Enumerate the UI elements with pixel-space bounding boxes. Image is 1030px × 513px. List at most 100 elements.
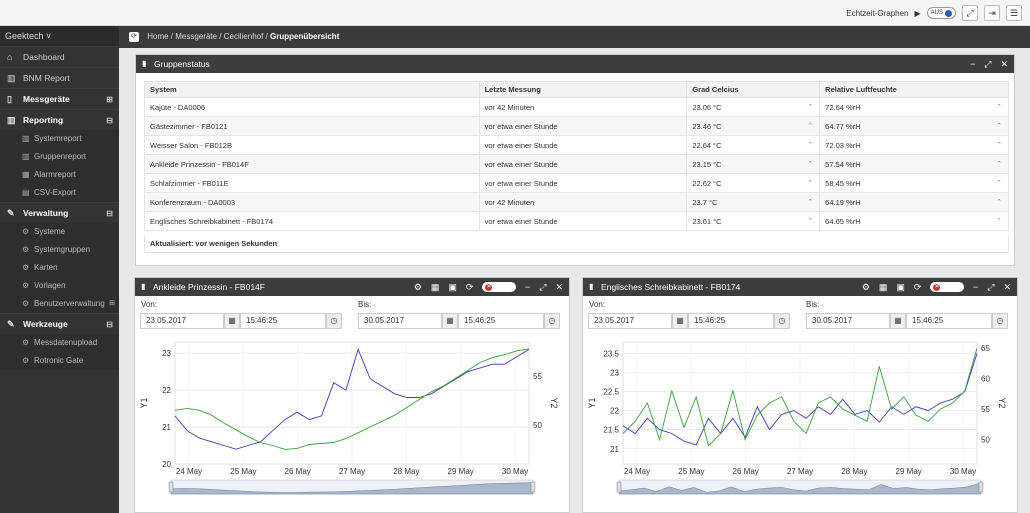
expand-icon[interactable]: ⊞ xyxy=(109,295,115,313)
breadcrumb-home[interactable]: Home / xyxy=(147,32,173,41)
calendar-icon[interactable]: ▦ xyxy=(442,313,458,329)
realtime-toggle[interactable]: ✕ AUS xyxy=(930,282,964,292)
sidebar-item-messdatenupload[interactable]: ⚙ Messdatenupload xyxy=(0,334,119,352)
minimize-icon[interactable]: − xyxy=(973,278,978,296)
table-cell: 58.45 %rH ⌃ xyxy=(819,173,1009,193)
table-row[interactable]: Konferenzraum - DA0003 vor 42 Minuten 23.7… xyxy=(144,192,1009,212)
breadcrumb: ⟳ Home / Messgeräte / Cecilienhof / Grup… xyxy=(119,26,1030,48)
calendar-icon[interactable]: ▦ xyxy=(890,313,906,329)
table-row[interactable]: Gästezimmer - FB0121 vor etwa einer Stund… xyxy=(144,116,1009,136)
clock-icon[interactable]: ◷ xyxy=(544,313,560,329)
y1-tick-label: 20 xyxy=(162,460,171,469)
close-icon[interactable]: ✕ xyxy=(1000,55,1008,73)
expand-icon[interactable]: ⤢ xyxy=(987,278,994,296)
menu-icon[interactable]: ☰ xyxy=(1006,5,1022,21)
off-icon: ✕ xyxy=(485,283,493,291)
expand-icon[interactable]: ⤢ xyxy=(539,278,546,296)
to-time-input[interactable]: 15:46:25 xyxy=(458,313,544,329)
calendar-icon[interactable]: ▦ xyxy=(224,313,240,329)
x-tick-label: 30 May xyxy=(950,467,976,476)
sidebar-item-csv-export[interactable]: ▤ CSV-Export xyxy=(0,184,119,202)
from-time-input[interactable]: 15:46:25 xyxy=(240,313,326,329)
calendar-icon[interactable]: ▦ xyxy=(672,313,688,329)
top-bar: Echtzeit-Graphen ▶ AUS ⤢ ⇥ ☰ xyxy=(0,0,1030,26)
save-icon[interactable]: ▣ xyxy=(448,278,457,296)
table-row[interactable]: Weisser Salon - FB012B vor etwa einer Stu… xyxy=(144,135,1009,155)
table-row[interactable]: Ankleide Prinzessin - FB014F vor etwa ein… xyxy=(144,154,1009,174)
line-chart[interactable]: 20 21 22 23 50 55 24 May 25 May 26 May 27 May 28 M… xyxy=(135,334,569,512)
play-icon[interactable]: ▶ xyxy=(915,9,921,18)
clock-icon[interactable]: ◷ xyxy=(326,313,342,329)
breadcrumb-messgeraete[interactable]: Messgeräte / xyxy=(175,32,221,41)
clock-icon[interactable]: ◷ xyxy=(992,313,1008,329)
sidebar-item-alarmreport[interactable]: ▦ Alarmreport xyxy=(0,166,119,184)
fullscreen-icon[interactable]: ⤢ xyxy=(962,5,978,21)
trend-icon: ⌃ xyxy=(996,218,1002,225)
from-date-input[interactable]: 23.05.2017 xyxy=(588,313,672,329)
realtime-toggle[interactable]: AUS xyxy=(926,7,956,19)
collapse-icon[interactable]: ⊟ xyxy=(106,203,113,224)
collapse-icon[interactable]: ⊟ xyxy=(106,110,113,131)
column-header[interactable]: System xyxy=(144,81,480,98)
to-date-input[interactable]: 30.05.2017 xyxy=(358,313,442,329)
minimize-icon[interactable]: − xyxy=(970,55,975,73)
sidebar-item-benutzerverwaltung[interactable]: ⚙ Benutzerverwaltung ⊞ xyxy=(0,295,119,313)
calendar-icon[interactable]: ▦ xyxy=(431,278,440,296)
minimize-icon[interactable]: − xyxy=(525,278,530,296)
sidebar-item-systemreport[interactable]: ▥ Systemreport xyxy=(0,130,119,148)
close-icon[interactable]: ✕ xyxy=(1003,278,1011,296)
refresh-icon[interactable]: ⟳ xyxy=(466,278,474,296)
column-header[interactable]: Relative Luftfeuchte xyxy=(819,81,1009,98)
table-cell: 64.65 %rH ⌃ xyxy=(819,211,1009,231)
bar-chart-icon: ▮ xyxy=(141,282,146,291)
expand-icon[interactable]: ⤢ xyxy=(984,55,991,73)
trend-icon: ⌃ xyxy=(807,161,814,168)
sidebar-item-messgeraete[interactable]: ▯ Messgeräte ⊞ xyxy=(0,88,119,109)
column-header[interactable]: Letzte Messung xyxy=(478,81,688,98)
y2-tick-label: 55 xyxy=(981,405,990,414)
from-time-input[interactable]: 15:46:25 xyxy=(688,313,774,329)
brand-dropdown[interactable]: Geektech ˅ xyxy=(0,26,119,46)
settings-icon[interactable]: ⚙ xyxy=(414,278,422,296)
sidebar-item-label: Systeme xyxy=(34,227,66,236)
y1-tick-label: 23.5 xyxy=(603,349,619,358)
to-time-input[interactable]: 15:46:25 xyxy=(906,313,992,329)
realtime-toggle[interactable]: ✕ AUS xyxy=(482,282,516,292)
sidebar-item-label: Karten xyxy=(34,263,58,272)
table-row[interactable]: Kajüte - DA0006 vor 42 Minuten 23.06 °C ⌃ 72… xyxy=(144,97,1009,117)
logout-icon[interactable]: ⇥ xyxy=(984,5,1000,21)
close-icon[interactable]: ✕ xyxy=(555,278,563,296)
column-header[interactable]: Grad Celcius xyxy=(686,81,821,98)
sidebar-item-werkzeuge[interactable]: ✎ Werkzeuge ⊟ xyxy=(0,313,119,334)
table-row[interactable]: Schlafzimmer - FB011E vor etwa einer Stun… xyxy=(144,173,1009,193)
calendar-icon[interactable]: ▦ xyxy=(879,278,888,296)
cell-value: vor 42 Minuten xyxy=(484,197,535,207)
clock-icon[interactable]: ◷ xyxy=(774,313,790,329)
sidebar-item-verwaltung[interactable]: ✎ Verwaltung ⊟ xyxy=(0,202,119,223)
settings-icon[interactable]: ⚙ xyxy=(862,278,870,296)
sidebar-item-systemgruppen[interactable]: ⚙ Systemgruppen xyxy=(0,241,119,259)
sidebar-item-systeme[interactable]: ⚙ Systeme xyxy=(0,223,119,241)
cell-value: 72.03 %rH xyxy=(825,140,861,150)
y2-tick-label: 50 xyxy=(533,421,542,430)
sidebar-item-rotronic-gate[interactable]: ⚙ Rotronic Gate xyxy=(0,352,119,370)
refresh-icon[interactable]: ⟳ xyxy=(914,278,922,296)
to-label: Bis: xyxy=(806,300,820,309)
from-date-input[interactable]: 23.05.2017 xyxy=(140,313,224,329)
sidebar-item-bnm-report[interactable]: ▥ BNM Report xyxy=(0,67,119,88)
sidebar-item-gruppenreport[interactable]: ▥ Gruppenreport xyxy=(0,148,119,166)
to-date-input[interactable]: 30.05.2017 xyxy=(806,313,890,329)
expand-icon[interactable]: ⊞ xyxy=(106,89,113,110)
line-chart[interactable]: 21 21.5 22 22.5 23 23.5 50 55 60 65 24 May 25 May 26… xyxy=(583,334,1017,512)
refresh-icon[interactable]: ⟳ xyxy=(129,31,139,42)
chart-panel-right: ▮ Englisches Schreibkabinett - FB0174 ⚙ ▦ ▣… xyxy=(582,277,1018,513)
table-cell: vor etwa einer Stunde xyxy=(478,135,688,155)
sidebar-item-karten[interactable]: ⚙ Karten xyxy=(0,259,119,277)
save-icon[interactable]: ▣ xyxy=(896,278,905,296)
sidebar-item-vorlagen[interactable]: ⚙ Vorlagen xyxy=(0,277,119,295)
sidebar-item-dashboard[interactable]: ⌂ Dashboard xyxy=(0,46,119,67)
breadcrumb-cecilienhof[interactable]: Cecilienhof / xyxy=(224,32,268,41)
table-row[interactable]: Englisches Schreibkabinett - FB0174 vor e… xyxy=(144,211,1009,231)
sidebar-item-reporting[interactable]: ▥ Reporting ⊟ xyxy=(0,109,119,130)
collapse-icon[interactable]: ⊟ xyxy=(106,314,113,335)
